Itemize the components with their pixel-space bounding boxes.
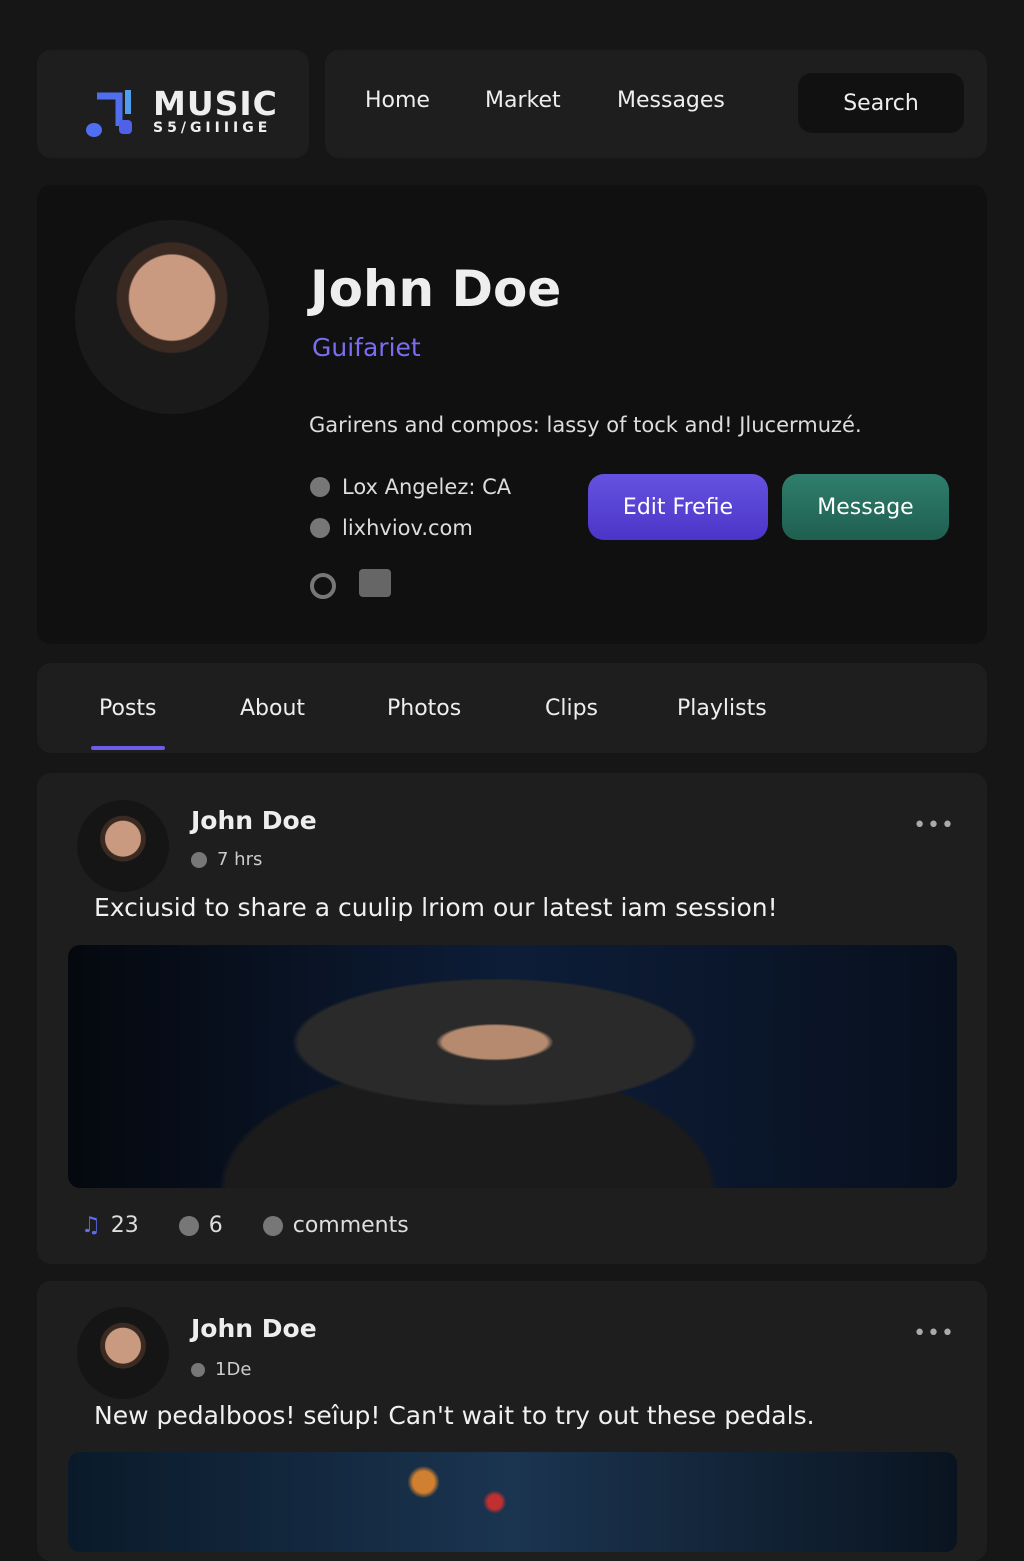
comments-count: 6 xyxy=(208,1213,223,1238)
comments-stat[interactable]: 6 xyxy=(178,1213,223,1238)
tab-clips[interactable]: Clips xyxy=(545,696,598,721)
post-image[interactable] xyxy=(68,945,957,1188)
post-card: John Doe 7 hrs ••• Exciusid to share a c… xyxy=(37,773,987,1264)
post-author[interactable]: John Doe xyxy=(191,1314,317,1343)
music-note-icon: ♫ xyxy=(81,1213,101,1238)
post-stats: ♫ 23 6 comments xyxy=(81,1213,409,1238)
profile-name: John Doe xyxy=(310,260,562,318)
profile-website[interactable]: lixhviov.com xyxy=(310,516,473,540)
comments-link[interactable]: comments xyxy=(262,1213,409,1238)
profile-tabs: Posts About Photos Clips Playlists xyxy=(37,663,987,753)
comments-label: comments xyxy=(292,1213,409,1238)
profile-location: Lox Angelez: CA xyxy=(310,475,511,499)
profile-bio: Garirens and compos: lassy of tock and! … xyxy=(309,413,862,437)
clock-icon xyxy=(191,1362,205,1377)
post-meta: 1De xyxy=(191,1359,251,1380)
profile-avatar xyxy=(75,220,269,414)
more-options-icon[interactable]: ••• xyxy=(913,1321,955,1346)
profile-header: John Doe Guifariet Garirens and compos: … xyxy=(37,185,987,644)
nav-home[interactable]: Home xyxy=(365,88,430,113)
post-card: John Doe 1De ••• New pedalboos! seîup! C… xyxy=(37,1281,987,1561)
post-avatar[interactable] xyxy=(77,800,169,892)
tab-photos[interactable]: Photos xyxy=(387,696,461,721)
post-text: Exciusid to share a cuulip lriom our lat… xyxy=(94,893,778,922)
location-text: Lox Angelez: CA xyxy=(342,475,512,499)
user-icon xyxy=(191,851,207,868)
logo-subtitle: S5/GIIIIGE xyxy=(153,120,272,136)
music-note-icon xyxy=(86,90,132,137)
post-image[interactable] xyxy=(68,1452,957,1552)
post-meta: 7 hrs xyxy=(191,849,262,870)
message-button[interactable]: Message xyxy=(782,474,949,540)
active-tab-indicator xyxy=(91,746,165,750)
profile-role: Guifariet xyxy=(312,333,421,362)
logo[interactable]: MUSIC S5/GIIIIGE xyxy=(37,50,309,158)
location-pin-icon xyxy=(310,477,330,497)
record-icon[interactable] xyxy=(310,573,336,599)
nav-market[interactable]: Market xyxy=(485,88,561,113)
website-text[interactable]: lixhviov.com xyxy=(342,516,473,540)
top-nav: Home Market Messages Search xyxy=(325,50,987,158)
user-icon xyxy=(262,1215,283,1236)
comment-icon xyxy=(178,1215,199,1236)
search-button[interactable]: Search xyxy=(798,73,964,133)
post-time: 1De xyxy=(215,1359,252,1380)
link-icon xyxy=(310,518,330,538)
logo-title: MUSIC xyxy=(153,84,278,123)
likes-stat[interactable]: ♫ 23 xyxy=(81,1213,139,1238)
more-options-icon[interactable]: ••• xyxy=(913,813,955,838)
amp-icon[interactable] xyxy=(359,569,391,597)
tab-about[interactable]: About xyxy=(240,696,305,721)
post-avatar[interactable] xyxy=(77,1307,169,1399)
post-time: 7 hrs xyxy=(217,849,263,870)
nav-messages[interactable]: Messages xyxy=(617,88,725,113)
tab-posts[interactable]: Posts xyxy=(99,696,157,721)
post-author[interactable]: John Doe xyxy=(191,806,317,835)
edit-profile-button[interactable]: Edit Frefie xyxy=(588,474,768,540)
tab-playlists[interactable]: Playlists xyxy=(677,696,767,721)
likes-count: 23 xyxy=(110,1213,139,1238)
post-text: New pedalboos! seîup! Can't wait to try … xyxy=(94,1401,815,1430)
